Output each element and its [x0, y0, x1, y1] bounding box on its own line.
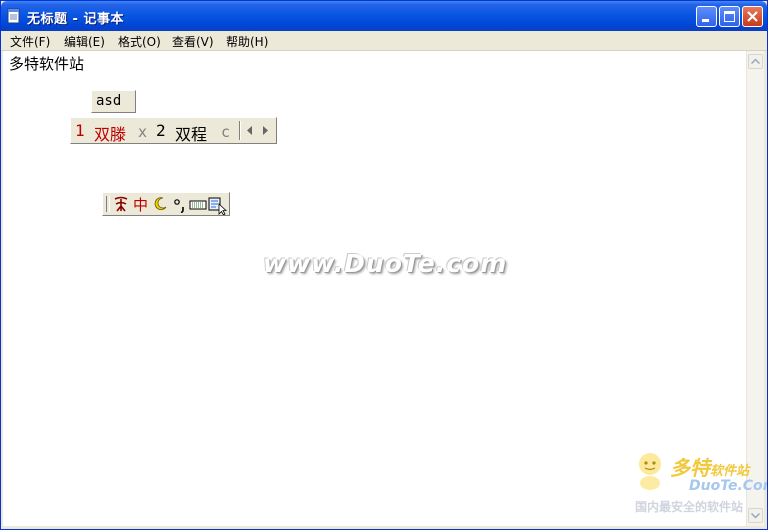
ime-candidate-window: 1 双滕 x 2 双程 c [70, 117, 277, 144]
drag-handle[interactable] [106, 196, 110, 212]
candidate-1-number: 1 [75, 121, 85, 140]
menu-file[interactable]: 文件(F) [10, 33, 50, 50]
maximize-button[interactable] [719, 6, 740, 27]
chinese-mode-toggle[interactable]: 中 [133, 194, 148, 215]
watermark-text: www.DuoTe.com [263, 249, 508, 278]
menu-format[interactable]: 格式(O) [118, 33, 161, 50]
menu-help[interactable]: 帮助(H) [226, 33, 268, 50]
logo-english: DuoTe.Com [689, 478, 767, 494]
candidate-2-key: c [221, 123, 231, 141]
logo-tagline: 国内最安全的软件站 [635, 500, 744, 514]
page-prev-icon[interactable] [243, 118, 259, 143]
title-bar[interactable]: 无标题 - 记事本 [1, 1, 767, 31]
menu-bar: 文件(F) 编辑(E) 格式(O) 查看(V) 帮助(H) [1, 31, 767, 51]
logo-chinese: 多特软件站 [670, 456, 750, 480]
half-width-moon-icon[interactable] [153, 195, 169, 213]
notepad-window: 无标题 - 记事本 文件(F) 编辑(E) 格式(O) 查看(V) 帮助(H) … [0, 0, 768, 530]
ime-composition-window: asd [91, 90, 136, 113]
mascot-icon [639, 453, 661, 490]
maximize-icon [724, 11, 735, 22]
menu-view[interactable]: 查看(V) [172, 33, 214, 50]
minimize-button[interactable] [696, 6, 717, 27]
candidate-divider [239, 121, 240, 140]
close-button[interactable] [742, 6, 763, 27]
ime-logo-icon[interactable] [112, 195, 130, 213]
minimize-icon [702, 19, 709, 22]
menu-edit[interactable]: 编辑(E) [64, 33, 105, 50]
window-title: 无标题 - 记事本 [27, 12, 124, 27]
scroll-up-button[interactable] [748, 54, 763, 69]
chinese-punctuation-icon[interactable] [172, 195, 188, 213]
soft-keyboard-icon[interactable] [189, 195, 207, 213]
editor-text: 多特软件站 [9, 55, 85, 73]
corner-logo: 多特软件站 DuoTe.Com 国内最安全的软件站 [629, 449, 767, 529]
menu-pointer-icon[interactable] [208, 195, 228, 215]
ime-composition-text: asd [96, 93, 122, 109]
ime-status-bar: 中 [102, 192, 230, 216]
candidate-1-text[interactable]: 双滕 [94, 121, 126, 145]
notepad-icon [7, 8, 20, 24]
page-next-icon[interactable] [259, 118, 275, 143]
close-icon [747, 11, 758, 22]
candidate-1-key: x [138, 123, 148, 141]
candidate-2-text[interactable]: 双程 [175, 121, 207, 145]
arrow-up-icon [751, 58, 760, 65]
candidate-2-number: 2 [156, 121, 166, 140]
